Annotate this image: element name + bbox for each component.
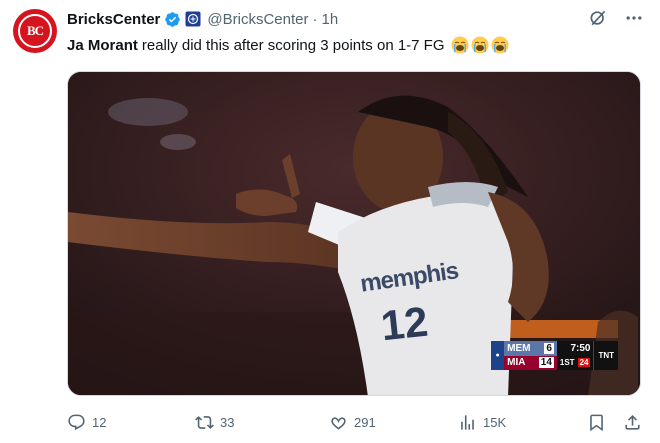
tweet-text-body: really did this after scoring 3 points o… — [141, 36, 445, 54]
team-score: 6 — [544, 342, 554, 354]
tweet-text: Ja Morant really did this after scoring … — [67, 36, 509, 54]
more-options-icon[interactable] — [624, 8, 644, 28]
network-logo: TNT — [593, 341, 618, 370]
heart-icon — [331, 416, 346, 430]
tweet-top-actions — [588, 8, 644, 28]
scorebug-teams: MEM 6 MIA 14 — [504, 341, 557, 370]
shot-clock: 24 — [577, 357, 591, 367]
team-score: 14 — [538, 357, 554, 369]
verified-badge-icon[interactable] — [164, 11, 181, 28]
like-button[interactable]: 291 — [329, 410, 376, 434]
game-period: 1ST — [559, 357, 575, 367]
crying-face-emoji-icon — [491, 36, 509, 54]
share-button[interactable] — [623, 410, 642, 434]
tweet[interactable]: BC BricksCenter @BricksCenter · 1h Ja Mo… — [0, 0, 660, 443]
crying-face-emoji-icon — [471, 36, 489, 54]
nba-logo-icon: ● — [491, 341, 505, 370]
game-clock: 7:50 — [570, 343, 591, 355]
separator-dot: · — [312, 10, 318, 28]
tweet-media-video[interactable]: memphis 12 ● MEM 6 MIA 14 7:50 1ST 24 TN… — [67, 71, 641, 396]
scorebug-clock: 7:50 1ST 24 — [557, 341, 594, 370]
mention-name: Ja Morant — [67, 36, 138, 54]
grok-icon[interactable] — [588, 8, 608, 28]
view-count: 15K — [483, 414, 507, 430]
affiliate-badge-icon[interactable] — [185, 11, 201, 27]
repost-count: 33 — [220, 414, 235, 430]
bookmark-icon — [590, 414, 603, 431]
reply-button[interactable]: 12 — [67, 410, 106, 434]
tweet-actions-bar: 12 33 291 15K — [67, 410, 645, 434]
like-count: 291 — [354, 414, 376, 430]
team-name: MEM — [507, 342, 531, 354]
bookmark-button[interactable] — [587, 410, 606, 434]
share-icon — [625, 414, 640, 430]
reply-icon — [68, 414, 85, 430]
scorebug-team-row: MIA 14 — [504, 355, 557, 370]
views-chart-icon — [461, 414, 474, 430]
handle[interactable]: @BricksCenter — [207, 11, 308, 28]
team-name: MIA — [507, 357, 526, 369]
crying-face-emoji-icon — [451, 36, 469, 54]
tweet-header: BricksCenter @BricksCenter · 1h — [67, 9, 338, 29]
jersey-number: 12 — [378, 297, 430, 350]
scorebug: ● MEM 6 MIA 14 7:50 1ST 24 TNT — [491, 341, 618, 370]
avatar[interactable]: BC — [13, 9, 57, 53]
timestamp[interactable]: 1h — [321, 11, 338, 28]
views-button[interactable]: 15K — [458, 410, 506, 434]
scorebug-team-row: MEM 6 — [504, 341, 557, 356]
reply-count: 12 — [92, 414, 107, 430]
display-name[interactable]: BricksCenter — [67, 11, 160, 28]
avatar-logo: BC — [18, 14, 52, 48]
repost-icon — [195, 415, 214, 429]
repost-button[interactable]: 33 — [195, 410, 234, 434]
